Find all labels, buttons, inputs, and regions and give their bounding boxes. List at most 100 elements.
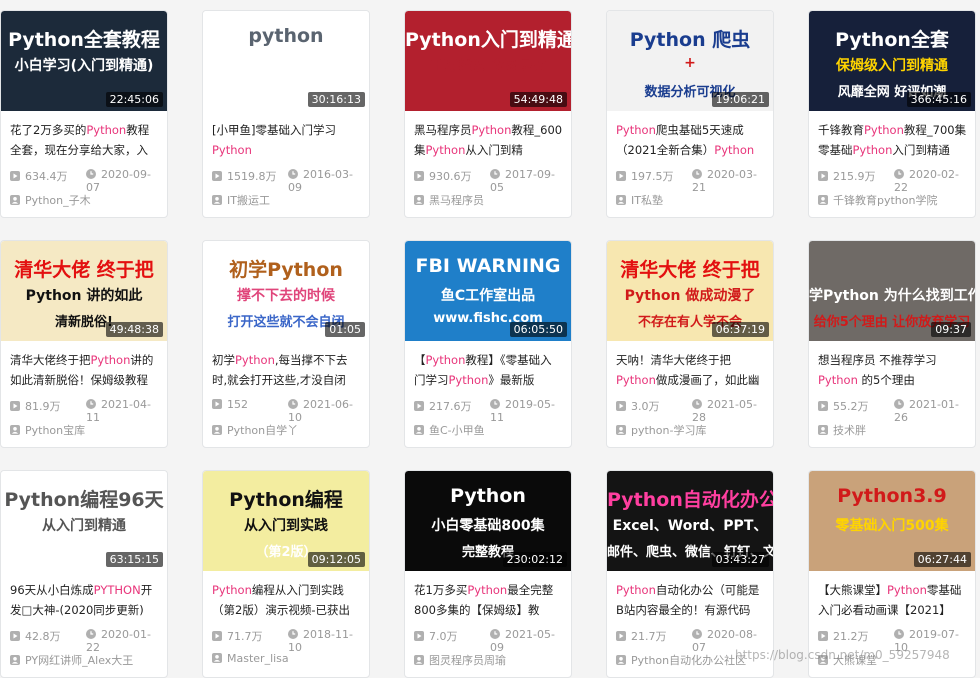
video-card[interactable]: Python 小白零基础800集 完整教程 230:02:12 花1万多买Python最… xyxy=(404,470,572,678)
video-thumbnail[interactable]: Python自动化办公Excel、Word、PPT、邮件、爬虫、微信、钉钉、文件… xyxy=(607,471,773,571)
video-thumbnail[interactable]: Python全套 保姆级入门到精通 风靡全网 好评如潮 366:45:16 xyxy=(809,11,975,111)
video-card[interactable]: 清华大佬 终于把 Python 做成动漫了 不存在有人学不会 06:37:19 天呐！清… xyxy=(606,240,774,448)
uploader-icon xyxy=(616,195,626,205)
video-title[interactable]: 清华大佬终于把Python讲的如此清新脱俗！保姆级教程 xyxy=(10,350,159,390)
video-card[interactable]: Python3.9 零基础入门500集 06:27:44 【大熊课堂】Python零基… xyxy=(808,470,976,678)
uploader-name: PY网红讲师_Alex大王 xyxy=(25,654,134,667)
video-title[interactable]: 花了2万多买的Python教程全套，现在分享给大家，入 xyxy=(10,120,159,160)
thumbnail-caption: Python 做成动漫了 xyxy=(624,288,756,304)
video-card[interactable]: FBI WARNING 鱼C工作室出品 www.fishc.com 06:05:50 【… xyxy=(404,240,572,448)
title-text: 的5个理由 xyxy=(857,373,915,387)
uploader-icon xyxy=(10,195,20,205)
uploader-icon xyxy=(10,655,20,665)
video-thumbnail[interactable]: FBI WARNING 鱼C工作室出品 www.fishc.com 06:05:50 xyxy=(405,241,571,341)
thumbnail-caption: 清华大佬 终于把 xyxy=(620,259,760,281)
uploader-name: 鱼C-小甲鱼 xyxy=(429,424,485,437)
play-count-icon xyxy=(414,631,424,641)
uploader-link[interactable]: IT搬运工 xyxy=(212,192,361,208)
publish-date: 2021-06-10 xyxy=(288,398,361,424)
thumbnail-caption: 保姆级入门到精通 xyxy=(836,58,948,74)
uploader-link[interactable]: PY网红讲师_Alex大王 xyxy=(10,652,159,668)
video-title[interactable]: 96天从小白炼成PYTHON开发□大神-(2020同步更新) xyxy=(10,580,159,620)
video-title[interactable]: 千锋教育Python教程_700集零基础Python入门到精通 xyxy=(818,120,967,160)
thumbnail-caption: + xyxy=(684,55,696,71)
video-card[interactable]: 初学Python 撑不下去的时候 打开这些就不会自闭 01:05 初学Python,每当… xyxy=(202,240,370,448)
uploader-link[interactable]: IT私塾 xyxy=(616,192,765,208)
play-count-icon xyxy=(212,171,222,181)
video-thumbnail[interactable]: Python 小白零基础800集 完整教程 230:02:12 xyxy=(405,471,571,571)
clock-icon xyxy=(288,169,298,179)
video-thumbnail[interactable]: python 30:16:13 xyxy=(203,11,369,111)
title-keyword-highlight: PYTHON xyxy=(93,583,141,597)
clock-icon xyxy=(288,399,298,409)
title-text: 【大熊课堂】 xyxy=(818,583,887,597)
uploader-link[interactable]: 图灵程序员周瑜 xyxy=(414,652,563,668)
thumbnail-caption: Python编程96天 xyxy=(4,489,164,511)
video-title[interactable]: [小甲鱼]零基础入门学习 Python xyxy=(212,120,361,160)
uploader-name: 技术胖 xyxy=(833,424,866,437)
video-thumbnail[interactable]: Python3.9 零基础入门500集 06:27:44 xyxy=(809,471,975,571)
video-card[interactable]: 清华大佬 终于把 Python 讲的如此 清新脱俗! 49:48:38 清华大佬终于把P… xyxy=(0,240,168,448)
view-count-text: 930.6万 xyxy=(429,170,472,183)
thumbnail-caption: Python 讲的如此 xyxy=(25,288,143,304)
clock-icon xyxy=(86,629,96,639)
video-card[interactable]: python 30:16:13 [小甲鱼]零基础入门学习 Python 1519.8万 2… xyxy=(202,10,370,218)
uploader-name: Python_子木 xyxy=(25,194,91,207)
title-keyword-highlight: Python xyxy=(425,143,466,157)
uploader-link[interactable]: python-学习库 xyxy=(616,422,765,438)
video-card[interactable]: Python编程 从入门到实践 （第2版） 09:12:05 Python编程从入门到实… xyxy=(202,470,370,678)
video-title[interactable]: 【Python教程】《零基础入门学习Python》最新版 xyxy=(414,350,563,390)
video-thumbnail[interactable]: Python编程96天 从入门到精通 63:15:15 xyxy=(1,471,167,571)
uploader-name: 图灵程序员周瑜 xyxy=(429,654,506,667)
video-title[interactable]: 黑马程序员Python教程_600集Python从入门到精 xyxy=(414,120,563,160)
view-count-text: 634.4万 xyxy=(25,170,68,183)
video-card[interactable]: Python全套教程 小白学习(入门到精通) 22:45:06 花了2万多买的Pyth… xyxy=(0,10,168,218)
video-title[interactable]: Python自动化办公（可能是B站内容最全的！有源代码 xyxy=(616,580,765,620)
video-thumbnail[interactable]: Python全套教程 小白学习(入门到精通) 22:45:06 xyxy=(1,11,167,111)
video-title[interactable]: 【大熊课堂】Python零基础入门必看动画课【2021】 xyxy=(818,580,967,620)
video-thumbnail[interactable]: 初学Python 撑不下去的时候 打开这些就不会自闭 01:05 xyxy=(203,241,369,341)
video-title[interactable]: 想当程序员 不推荐学习 Python 的5个理由 xyxy=(818,350,967,390)
video-title[interactable]: 初学Python,每当撑不下去时,就会打开这些,才没自闭 xyxy=(212,350,361,390)
view-count: 930.6万 xyxy=(414,168,472,184)
uploader-link[interactable]: 千锋教育python学院 xyxy=(818,192,967,208)
title-text: 【 xyxy=(414,353,426,367)
thumbnail-caption: 撑不下去的时候 xyxy=(237,288,335,304)
video-card[interactable]: 学Python 为什么找到工作? 给你5个理由 让你放弃学习 09:37 想当程序员 … xyxy=(808,240,976,448)
clock-icon xyxy=(692,169,702,179)
video-card[interactable]: Python全套 保姆级入门到精通 风靡全网 好评如潮 366:45:16 千锋教育Py… xyxy=(808,10,976,218)
video-thumbnail[interactable]: 清华大佬 终于把 Python 讲的如此 清新脱俗! 49:48:38 xyxy=(1,241,167,341)
video-card[interactable]: Python自动化办公Excel、Word、PPT、邮件、爬虫、微信、钉钉、文件… xyxy=(606,470,774,678)
uploader-link[interactable]: 技术胖 xyxy=(818,422,967,438)
uploader-link[interactable]: Python宝库 xyxy=(10,422,159,438)
duration-badge: 01:05 xyxy=(325,322,365,337)
view-count-text: 3.0万 xyxy=(631,400,660,413)
video-card[interactable]: Python编程96天 从入门到精通 63:15:15 96天从小白炼成PYTHON开… xyxy=(0,470,168,678)
video-thumbnail[interactable]: Python编程 从入门到实践 （第2版） 09:12:05 xyxy=(203,471,369,571)
uploader-link[interactable]: Python自学丫 xyxy=(212,422,361,438)
view-count-text: 21.7万 xyxy=(631,630,667,643)
uploader-link[interactable]: Python_子木 xyxy=(10,192,159,208)
view-count-text: 217.6万 xyxy=(429,400,472,413)
uploader-link[interactable]: 鱼C-小甲鱼 xyxy=(414,422,563,438)
video-meta: 197.5万 2020-03-21 xyxy=(616,168,765,194)
play-count-icon xyxy=(818,171,828,181)
uploader-icon xyxy=(616,425,626,435)
video-thumbnail[interactable]: 学Python 为什么找到工作? 给你5个理由 让你放弃学习 09:37 xyxy=(809,241,975,341)
duration-badge: 63:15:15 xyxy=(105,552,163,567)
video-title[interactable]: 花1万多买Python最全完整800多集的【保姆级】教 xyxy=(414,580,563,620)
publish-date: 2020-01-22 xyxy=(86,628,159,654)
video-card[interactable]: Python入门到精通 千万播放 全网最火 54:49:48 黑马程序员Python教… xyxy=(404,10,572,218)
video-thumbnail[interactable]: Python入门到精通 千万播放 全网最火 54:49:48 xyxy=(405,11,571,111)
uploader-link[interactable]: Master_lisa xyxy=(212,652,361,665)
video-thumbnail[interactable]: 清华大佬 终于把 Python 做成动漫了 不存在有人学不会 06:37:19 xyxy=(607,241,773,341)
video-title[interactable]: Python编程从入门到实践（第2版）演示视频-已获出 xyxy=(212,580,361,620)
uploader-link[interactable]: 黑马程序员 xyxy=(414,192,563,208)
play-count-icon xyxy=(616,401,626,411)
title-keyword-highlight: Python xyxy=(212,143,252,157)
video-card[interactable]: Python 爬虫 + 数据分析可视化 19:06:21 Python爬虫基础5天速成（… xyxy=(606,10,774,218)
thumbnail-caption: FBI WARNING xyxy=(415,255,561,277)
video-title[interactable]: 天呐！清华大佬终于把 Python做成漫画了，如此幽 xyxy=(616,350,765,390)
video-title[interactable]: Python爬虫基础5天速成（2021全新合集）Python xyxy=(616,120,765,160)
video-thumbnail[interactable]: Python 爬虫 + 数据分析可视化 19:06:21 xyxy=(607,11,773,111)
